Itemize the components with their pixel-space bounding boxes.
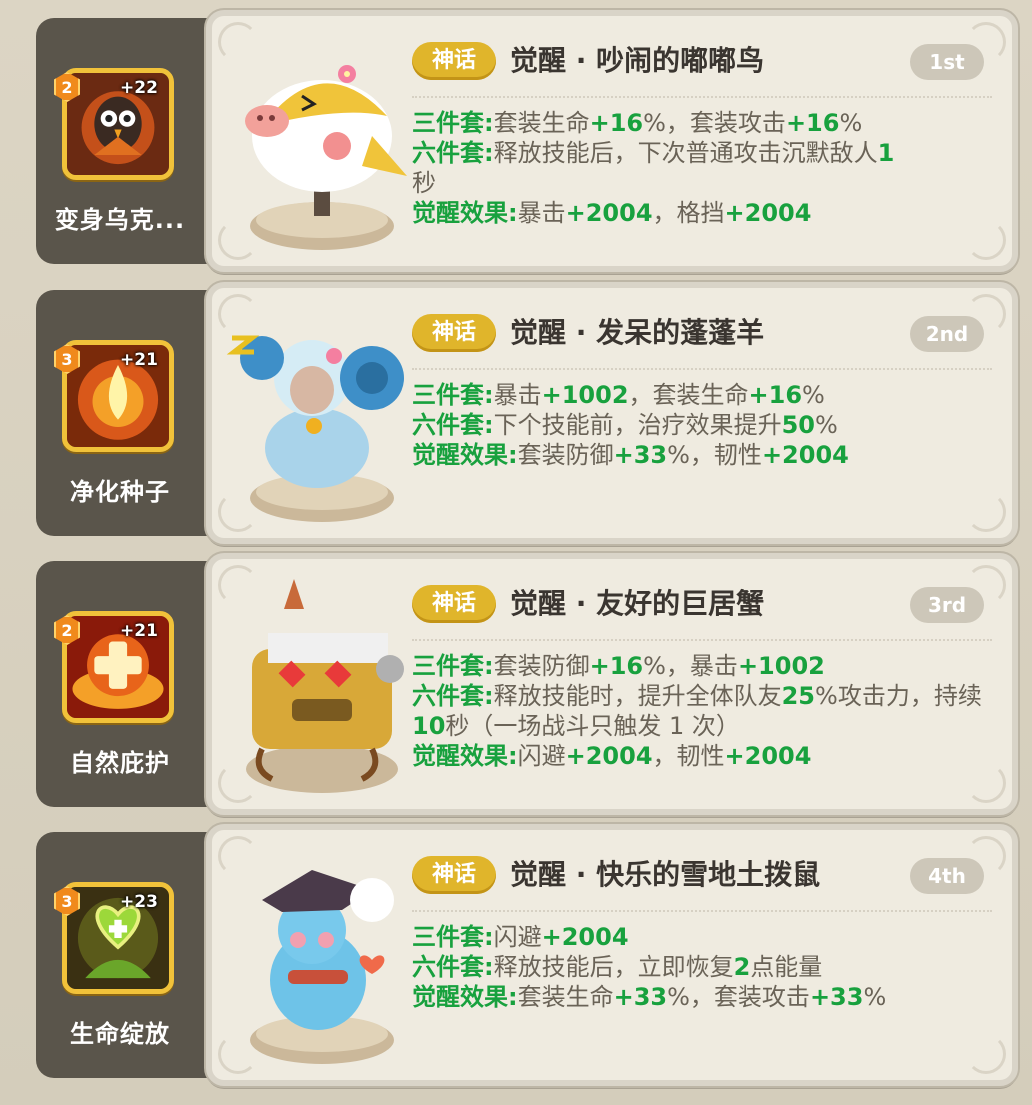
- six-set-effect: 六件套:释放技能时，提升全体队友25%攻击力，持续10秒（一场战斗只触发 1 次…: [412, 682, 982, 740]
- set-list: 2 +22 变身乌克... 神话 觉醒 · 吵闹的嘟嘟鸟 1st 三件套:套装生…: [0, 0, 1032, 1105]
- set-effects: 三件套:套装生命+16%，套装攻击+16% 六件套:释放技能后，下次普通攻击沉默…: [412, 108, 992, 228]
- divider: [412, 96, 992, 98]
- set-entry[interactable]: 2 +21 自然庇护 神话 觉醒 · 友好的巨居蟹 3rd 三件套:套装防御+1…: [0, 553, 1032, 815]
- set-title: 觉醒 · 快乐的雪地土拨鼠: [510, 858, 821, 891]
- set-card[interactable]: 神话 觉醒 · 发呆的蓬蓬羊 2nd 三件套:暴击+1002，套装生命+16% …: [206, 282, 1018, 544]
- awaken-effect: 觉醒效果:套装生命+33%，套装攻击+33%: [412, 983, 887, 1011]
- awaken-effect: 觉醒效果:套装防御+33%，韧性+2004: [412, 441, 849, 469]
- set-header: 神话 觉醒 · 友好的巨居蟹 3rd: [412, 583, 1002, 627]
- set-entry[interactable]: 3 +23 生命绽放 神话 觉醒 · 快乐的雪地土拨鼠 4th 三件套:闪避+2…: [0, 824, 1032, 1086]
- six-set-effect: 六件套:下个技能前，治疗效果提升50%: [412, 411, 838, 439]
- enhance-level: +22: [120, 78, 158, 98]
- ornament: [966, 1034, 1006, 1074]
- hermit-crab-pet-image: [246, 579, 404, 793]
- set-effects: 三件套:闪避+2004 六件套:释放技能后，立即恢复2点能量 觉醒效果:套装生命…: [412, 922, 992, 1012]
- tier-badge: 神话: [412, 314, 496, 352]
- tier-badge: 神话: [412, 42, 496, 80]
- snow-marmot-pet-image: [250, 870, 394, 1064]
- set-header: 神话 觉醒 · 快乐的雪地土拨鼠 4th: [412, 854, 1002, 898]
- skill-name: 生命绽放: [70, 1020, 170, 1048]
- rank-badge: 4th: [910, 858, 984, 894]
- set-header: 神话 觉醒 · 吵闹的嘟嘟鸟 1st: [412, 40, 1002, 84]
- three-set-effect: 三件套:套装防御+16%，暴击+1002: [412, 652, 825, 680]
- set-entry[interactable]: 3 +21 净化种子 神话 觉醒 · 发呆的蓬蓬羊 2nd 三件套:暴击+100…: [0, 282, 1032, 544]
- set-effects: 三件套:套装防御+16%，暴击+1002 六件套:释放技能时，提升全体队友25%…: [412, 651, 992, 771]
- set-entry[interactable]: 2 +22 变身乌克... 神话 觉醒 · 吵闹的嘟嘟鸟 1st 三件套:套装生…: [0, 10, 1032, 272]
- three-set-effect: 三件套:闪避+2004: [412, 923, 629, 951]
- rank-badge: 2nd: [910, 316, 984, 352]
- set-header: 神话 觉醒 · 发呆的蓬蓬羊 2nd: [412, 312, 1002, 356]
- set-title: 觉醒 · 友好的巨居蟹: [510, 587, 765, 620]
- three-set-effect: 三件套:套装生命+16%，套装攻击+16%: [412, 109, 863, 137]
- skill-name: 净化种子: [70, 478, 170, 506]
- divider: [412, 910, 992, 912]
- tier-badge: 神话: [412, 585, 496, 623]
- set-title: 觉醒 · 吵闹的嘟嘟鸟: [510, 44, 765, 77]
- ornament: [966, 492, 1006, 532]
- set-card[interactable]: 神话 觉醒 · 快乐的雪地土拨鼠 4th 三件套:闪避+2004 六件套:释放技…: [206, 824, 1018, 1086]
- rank-badge: 1st: [910, 44, 984, 80]
- tier-badge: 神话: [412, 856, 496, 894]
- sheep-pet-image: [226, 335, 404, 522]
- puffer-bird-pet-image: [245, 65, 407, 250]
- set-card[interactable]: 神话 觉醒 · 吵闹的嘟嘟鸟 1st 三件套:套装生命+16%，套装攻击+16%…: [206, 10, 1018, 272]
- divider: [412, 368, 992, 370]
- set-card[interactable]: 神话 觉醒 · 友好的巨居蟹 3rd 三件套:套装防御+16%，暴击+1002 …: [206, 553, 1018, 815]
- enhance-level: +23: [120, 892, 158, 912]
- six-set-effect: 六件套:释放技能后，下次普通攻击沉默敌人1 秒: [412, 139, 895, 197]
- awaken-effect: 觉醒效果:暴击+2004，格挡+2004: [412, 199, 812, 227]
- three-set-effect: 三件套:暴击+1002，套装生命+16%: [412, 381, 825, 409]
- rank-badge: 3rd: [910, 587, 984, 623]
- skill-name: 变身乌克...: [54, 206, 186, 234]
- skill-name: 自然庇护: [70, 749, 170, 777]
- set-effects: 三件套:暴击+1002，套装生命+16% 六件套:下个技能前，治疗效果提升50%…: [412, 380, 992, 470]
- divider: [412, 639, 992, 641]
- enhance-level: +21: [120, 621, 158, 641]
- six-set-effect: 六件套:释放技能后，立即恢复2点能量: [412, 953, 823, 981]
- enhance-level: +21: [120, 350, 158, 370]
- awaken-effect: 觉醒效果:闪避+2004，韧性+2004: [412, 742, 812, 770]
- set-title: 觉醒 · 发呆的蓬蓬羊: [510, 316, 765, 349]
